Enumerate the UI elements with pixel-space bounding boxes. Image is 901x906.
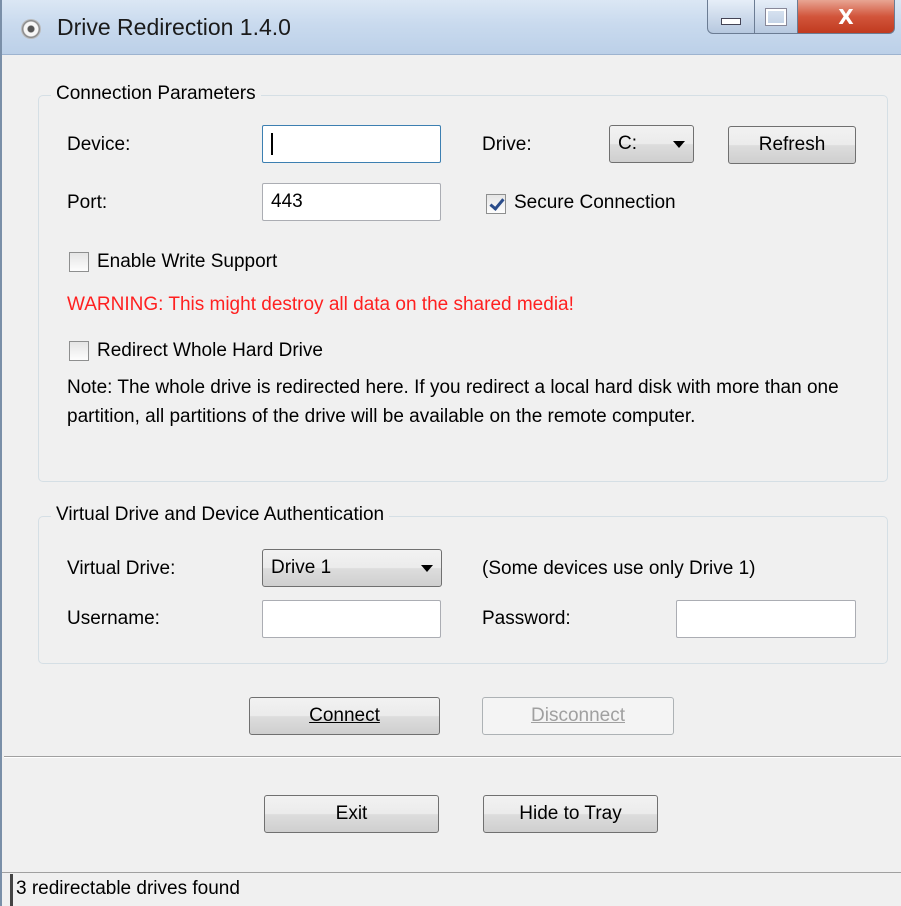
username-label: Username: (67, 608, 160, 629)
secure-connection-label[interactable]: Secure Connection (514, 192, 676, 214)
drive-select[interactable]: C: (609, 125, 694, 163)
password-label: Password: (482, 608, 571, 629)
virtual-drive-group: Virtual Drive and Device Authentication (38, 504, 888, 664)
virtual-drive-select[interactable]: Drive 1 (262, 549, 442, 587)
minimize-button[interactable] (707, 0, 755, 34)
maximize-button[interactable] (754, 0, 798, 34)
chevron-down-icon (673, 141, 685, 148)
close-button[interactable]: X (797, 0, 895, 34)
enable-write-support-label[interactable]: Enable Write Support (97, 251, 277, 273)
virtual-drive-legend: Virtual Drive and Device Authentication (51, 504, 390, 526)
enable-write-support-checkbox[interactable] (69, 252, 89, 272)
device-label: Device: (67, 134, 131, 155)
drive-label: Drive: (482, 134, 532, 155)
connection-parameters-legend: Connection Parameters (51, 83, 261, 105)
port-label: Port: (67, 192, 108, 213)
redirect-whole-drive-checkbox[interactable] (69, 341, 89, 361)
separator-line (4, 756, 901, 758)
window-title: Drive Redirection 1.4.0 (57, 14, 291, 40)
app-window: Drive Redirection 1.4.0 X Connection Par… (0, 0, 901, 906)
connect-button[interactable]: Connect (249, 697, 440, 735)
hide-to-tray-button[interactable]: Hide to Tray (483, 795, 658, 833)
redirect-whole-drive-label[interactable]: Redirect Whole Hard Drive (97, 340, 323, 362)
exit-button[interactable]: Exit (264, 795, 439, 833)
status-bar-edge (10, 874, 13, 906)
whole-drive-note: Note: The whole drive is redirected here… (67, 377, 839, 427)
disconnect-button[interactable]: Disconnect (482, 697, 674, 735)
close-icon: X (838, 4, 854, 29)
password-input[interactable] (676, 600, 856, 638)
chevron-down-icon (421, 565, 433, 572)
app-icon[interactable] (22, 20, 40, 38)
status-text: 3 redirectable drives found (16, 878, 240, 899)
virtual-drive-hint: (Some devices use only Drive 1) (482, 558, 756, 579)
write-warning-text: WARNING: This might destroy all data on … (67, 294, 574, 315)
text-caret (271, 132, 273, 155)
title-bar[interactable]: Drive Redirection 1.4.0 X (2, 0, 901, 55)
minimize-icon (721, 18, 741, 25)
status-bar: 3 redirectable drives found (2, 872, 901, 906)
secure-connection-checkbox[interactable] (486, 194, 506, 214)
device-input[interactable] (262, 125, 441, 163)
maximize-icon (766, 8, 786, 25)
username-input[interactable] (262, 600, 441, 638)
virtual-drive-label: Virtual Drive: (67, 558, 176, 579)
port-input[interactable]: 443 (262, 183, 441, 221)
refresh-button[interactable]: Refresh (728, 126, 856, 164)
